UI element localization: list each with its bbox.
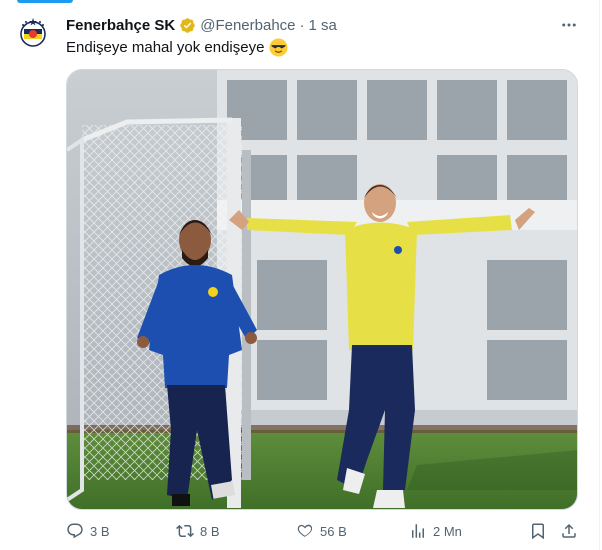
- share-icon: [562, 523, 576, 538]
- tweet-text: Endişeye mahal yok endişeye: [66, 38, 288, 57]
- like-button[interactable]: 56 B: [296, 522, 409, 540]
- sunglasses-emoji-icon: [269, 38, 288, 57]
- avatar[interactable]: [16, 16, 50, 50]
- views-count: 2 Mn: [433, 523, 462, 539]
- bookmark-button[interactable]: [529, 522, 547, 540]
- retweet-icon: [176, 524, 194, 538]
- fenerbahce-logo-icon: [16, 16, 50, 50]
- tab-active-indicator: [17, 0, 73, 3]
- more-icon: [562, 23, 576, 27]
- reply-icon: [67, 523, 83, 539]
- tweet-photo[interactable]: [66, 69, 578, 510]
- verified-badge-icon[interactable]: [179, 17, 196, 34]
- reply-button[interactable]: 3 B: [66, 522, 176, 540]
- views-icon: [412, 524, 424, 538]
- tweet-actions: 3 B 8 B 56 B 2 Mn: [66, 520, 580, 542]
- share-button[interactable]: [560, 522, 578, 540]
- tweet-text-content: Endişeye mahal yok endişeye: [66, 39, 265, 56]
- retweet-count: 8 B: [200, 523, 220, 539]
- separator-dot: ·: [299, 16, 305, 34]
- handle[interactable]: @Fenerbahce: [200, 17, 295, 34]
- reply-count: 3 B: [90, 523, 110, 539]
- tweet-header: Fenerbahçe SK @Fenerbahce · 1 sa: [66, 15, 582, 35]
- retweet-button[interactable]: 8 B: [176, 522, 296, 540]
- views-button[interactable]: 2 Mn: [409, 522, 519, 540]
- bookmark-icon: [532, 523, 544, 540]
- timestamp[interactable]: 1 sa: [309, 17, 337, 34]
- timeline-border: [599, 0, 600, 550]
- like-count: 56 B: [320, 523, 347, 539]
- display-name[interactable]: Fenerbahçe SK: [66, 17, 175, 34]
- training-photo-image: [67, 70, 577, 509]
- heart-icon: [297, 524, 313, 537]
- more-options-button[interactable]: [558, 14, 580, 36]
